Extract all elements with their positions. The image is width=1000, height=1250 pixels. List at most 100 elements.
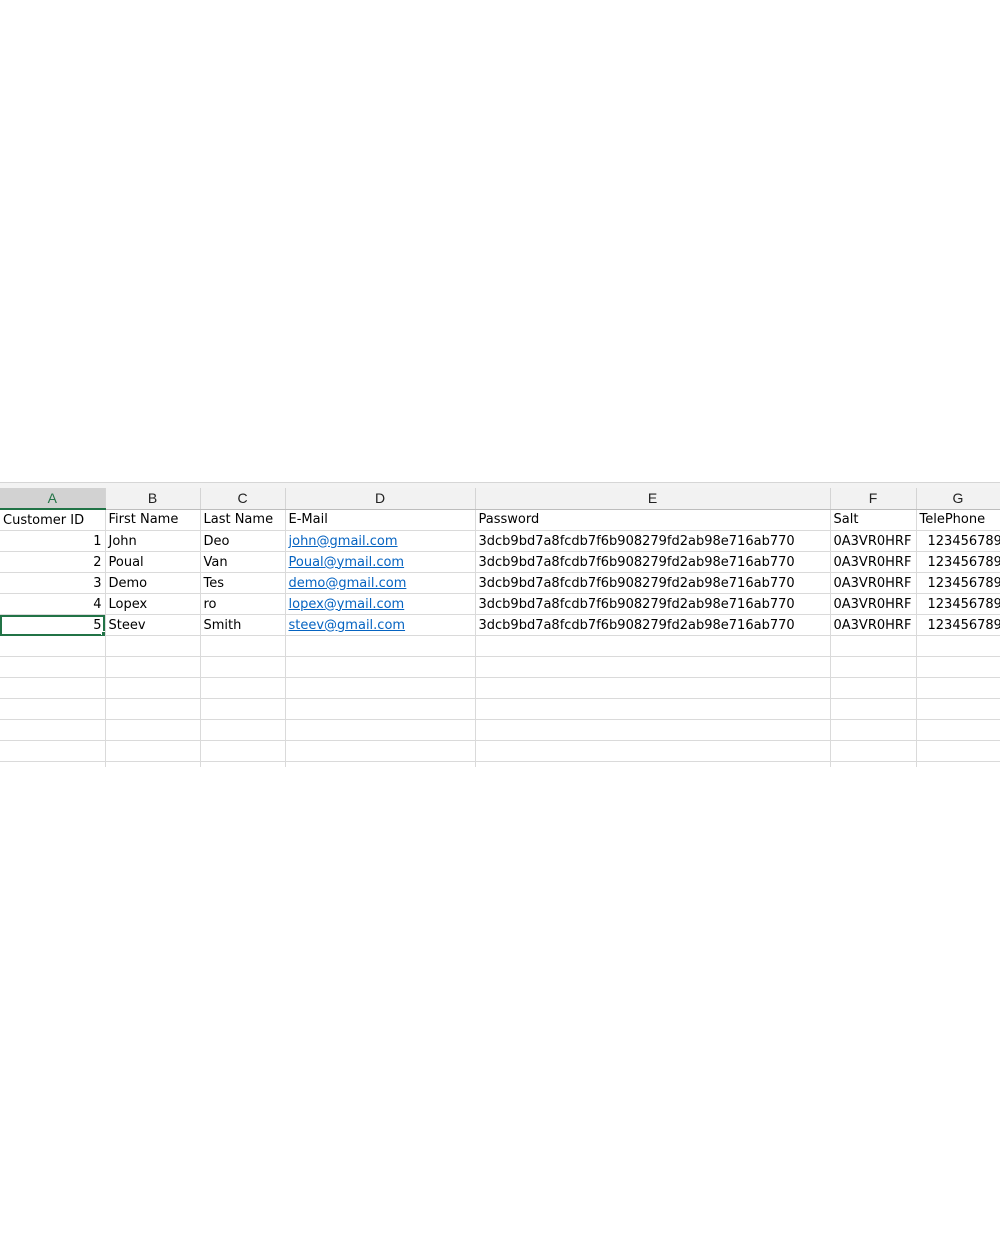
cell-first-name[interactable]: John (105, 530, 201, 552)
column-header-a[interactable]: A (0, 488, 106, 510)
email-link[interactable]: john@gmail.com (289, 534, 398, 549)
empty-cell[interactable] (200, 761, 286, 767)
empty-cell[interactable] (285, 740, 476, 762)
empty-cell[interactable] (105, 698, 201, 720)
email-link[interactable]: Poual@ymail.com (289, 555, 405, 570)
email-link[interactable]: demo@gmail.com (289, 576, 407, 591)
empty-cell[interactable] (0, 635, 106, 657)
cell-email[interactable]: lopex@ymail.com (285, 593, 476, 615)
cell-password[interactable]: 3dcb9bd7a8fcdb7f6b908279fd2ab98e716ab770 (475, 551, 831, 573)
cell-telephone[interactable]: 123456789 (916, 614, 1000, 636)
empty-cell[interactable] (285, 677, 476, 699)
column-header-f[interactable]: F (830, 488, 917, 510)
cell-customer-id[interactable]: 4 (0, 593, 106, 615)
empty-cell[interactable] (105, 740, 201, 762)
empty-cell[interactable] (0, 656, 106, 678)
empty-cell[interactable] (475, 698, 831, 720)
cell-first-name[interactable]: Lopex (105, 593, 201, 615)
cell-email[interactable]: demo@gmail.com (285, 572, 476, 594)
cell-first-name[interactable]: Steev (105, 614, 201, 636)
column-header-e[interactable]: E (475, 488, 831, 510)
empty-cell[interactable] (830, 677, 917, 699)
empty-cell[interactable] (200, 719, 286, 741)
cell-last-name[interactable]: Smith (200, 614, 286, 636)
cell-header-salt[interactable]: Salt (830, 509, 917, 531)
empty-cell[interactable] (916, 740, 1000, 762)
empty-cell[interactable] (475, 635, 831, 657)
empty-cell[interactable] (916, 635, 1000, 657)
empty-cell[interactable] (285, 698, 476, 720)
empty-cell[interactable] (830, 719, 917, 741)
empty-cell[interactable] (916, 698, 1000, 720)
cell-password[interactable]: 3dcb9bd7a8fcdb7f6b908279fd2ab98e716ab770 (475, 572, 831, 594)
empty-cell[interactable] (285, 761, 476, 767)
cell-customer-id[interactable]: 1 (0, 530, 106, 552)
cell-email[interactable]: steev@gmail.com (285, 614, 476, 636)
empty-cell[interactable] (0, 740, 106, 762)
empty-cell[interactable] (105, 656, 201, 678)
empty-cell[interactable] (916, 677, 1000, 699)
cell-telephone[interactable]: 123456789 (916, 593, 1000, 615)
cell-salt[interactable]: 0A3VR0HRF (830, 593, 917, 615)
empty-cell[interactable] (105, 635, 201, 657)
cell-salt[interactable]: 0A3VR0HRF (830, 530, 917, 552)
empty-cell[interactable] (285, 656, 476, 678)
cell-header-password[interactable]: Password (475, 509, 831, 531)
empty-cell[interactable] (475, 761, 831, 767)
column-header-c[interactable]: C (200, 488, 286, 510)
empty-cell[interactable] (0, 761, 106, 767)
cell-first-name[interactable]: Demo (105, 572, 201, 594)
cell-telephone[interactable]: 123456789 (916, 572, 1000, 594)
column-header-b[interactable]: B (105, 488, 201, 510)
empty-cell[interactable] (105, 677, 201, 699)
cell-last-name[interactable]: Van (200, 551, 286, 573)
empty-cell[interactable] (105, 761, 201, 767)
empty-cell[interactable] (475, 677, 831, 699)
empty-cell[interactable] (200, 656, 286, 678)
cell-header-customer-id[interactable]: Customer ID (0, 509, 106, 531)
cell-password[interactable]: 3dcb9bd7a8fcdb7f6b908279fd2ab98e716ab770 (475, 614, 831, 636)
cell-last-name[interactable]: Tes (200, 572, 286, 594)
cell-header-first-name[interactable]: First Name (105, 509, 201, 531)
empty-cell[interactable] (200, 740, 286, 762)
empty-cell[interactable] (475, 656, 831, 678)
empty-cell[interactable] (0, 698, 106, 720)
cell-salt[interactable]: 0A3VR0HRF (830, 551, 917, 573)
empty-cell[interactable] (916, 719, 1000, 741)
column-header-d[interactable]: D (285, 488, 476, 510)
cell-telephone[interactable]: 123456789 (916, 530, 1000, 552)
empty-cell[interactable] (830, 761, 917, 767)
cell-customer-id-active[interactable]: 5 (0, 614, 106, 636)
empty-cell[interactable] (200, 698, 286, 720)
empty-cell[interactable] (0, 719, 106, 741)
empty-cell[interactable] (475, 740, 831, 762)
cell-last-name[interactable]: ro (200, 593, 286, 615)
empty-cell[interactable] (916, 656, 1000, 678)
empty-cell[interactable] (105, 719, 201, 741)
cell-last-name[interactable]: Deo (200, 530, 286, 552)
empty-cell[interactable] (830, 656, 917, 678)
empty-cell[interactable] (830, 635, 917, 657)
cell-customer-id[interactable]: 3 (0, 572, 106, 594)
cell-password[interactable]: 3dcb9bd7a8fcdb7f6b908279fd2ab98e716ab770 (475, 530, 831, 552)
empty-cell[interactable] (200, 677, 286, 699)
email-link[interactable]: lopex@ymail.com (289, 597, 405, 612)
cell-email[interactable]: john@gmail.com (285, 530, 476, 552)
empty-cell[interactable] (830, 740, 917, 762)
cell-telephone[interactable]: 123456789 (916, 551, 1000, 573)
cell-customer-id[interactable]: 2 (0, 551, 106, 573)
email-link[interactable]: steev@gmail.com (289, 618, 406, 633)
empty-cell[interactable] (0, 677, 106, 699)
cell-header-last-name[interactable]: Last Name (200, 509, 286, 531)
empty-cell[interactable] (475, 719, 831, 741)
empty-cell[interactable] (916, 761, 1000, 767)
empty-cell[interactable] (830, 698, 917, 720)
cell-header-email[interactable]: E-Mail (285, 509, 476, 531)
cell-password[interactable]: 3dcb9bd7a8fcdb7f6b908279fd2ab98e716ab770 (475, 593, 831, 615)
cell-email[interactable]: Poual@ymail.com (285, 551, 476, 573)
cell-header-telephone[interactable]: TelePhone (916, 509, 1000, 531)
empty-cell[interactable] (285, 719, 476, 741)
cell-first-name[interactable]: Poual (105, 551, 201, 573)
empty-cell[interactable] (200, 635, 286, 657)
cell-salt[interactable]: 0A3VR0HRF (830, 614, 917, 636)
